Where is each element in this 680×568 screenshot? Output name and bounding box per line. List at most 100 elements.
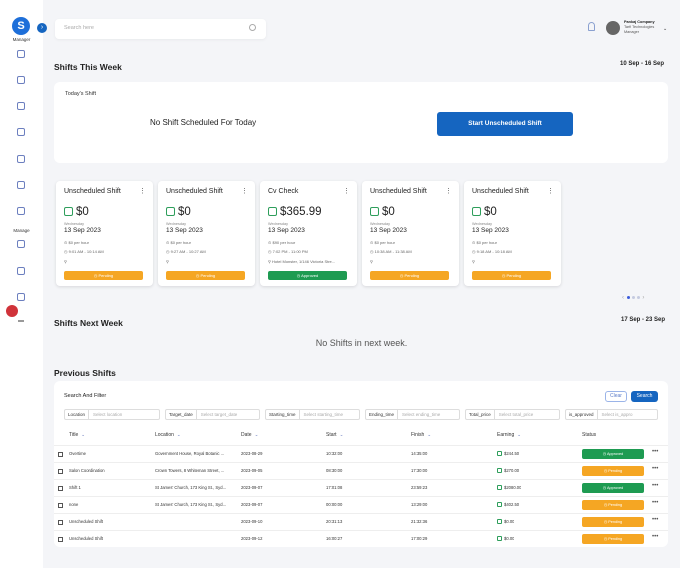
shift-card[interactable]: Unscheduled Shift ⋮ $0 Wednesday 13 Sep 2023… [362, 181, 459, 286]
cell-earning: $2080.00 [497, 485, 521, 491]
team-icon[interactable] [17, 181, 25, 189]
dashboard-icon[interactable] [17, 50, 25, 58]
table-row[interactable]: Unscheduled Shift 2023-09-10 20:31:13 21:32… [54, 513, 668, 530]
search-bar[interactable]: Search here [55, 19, 266, 39]
calendar-icon[interactable] [17, 155, 25, 163]
shift-amount-value: $0 [484, 205, 497, 218]
sidebar-collapse-button[interactable]: › [37, 23, 47, 33]
row-checkbox[interactable] [58, 469, 63, 474]
shield-icon[interactable] [17, 128, 25, 136]
filter-field[interactable]: Starting_time Select starting_time [265, 409, 360, 420]
filter-field[interactable]: Location Select location [64, 409, 160, 420]
filter-field[interactable]: Target_date Select target_date [165, 409, 260, 420]
chevron-down-icon[interactable]: ⌄ [663, 26, 667, 32]
sort-chevron-icon[interactable]: ⌄ [177, 432, 181, 437]
shift-time-value: 10:38 AM - 11:38 AM [374, 249, 412, 254]
column-header[interactable]: Location ⌄ [155, 432, 181, 438]
column-header[interactable]: Status [582, 432, 596, 438]
notification-bell-icon[interactable] [588, 22, 595, 31]
clear-button[interactable]: Clear [605, 391, 627, 402]
row-checkbox[interactable] [58, 537, 63, 542]
sort-chevron-icon[interactable]: ⌄ [81, 432, 85, 437]
more-options-icon[interactable]: ••• [652, 500, 658, 506]
no-shift-message: No Shift Scheduled For Today [150, 118, 257, 127]
more-options-icon[interactable]: ••• [652, 449, 658, 455]
filter-field[interactable]: Total_price Select total_price [465, 409, 560, 420]
search-input[interactable]: Search here [64, 25, 94, 31]
sidebar: S Manager Manage [0, 0, 43, 568]
cell-finish: 17:00:29 [411, 536, 428, 541]
filter-input[interactable]: Select location [89, 410, 126, 419]
shift-location: ⚲ Hotel Monster, 1/146 Victoria Stre... [268, 259, 336, 264]
pager-dot[interactable] [631, 295, 635, 299]
sort-chevron-icon[interactable]: ⌄ [517, 432, 521, 437]
more-options-icon[interactable]: ⋮ [343, 187, 350, 195]
people-icon[interactable] [17, 240, 25, 248]
document-icon[interactable] [17, 102, 25, 110]
start-unscheduled-shift-button[interactable]: Start Unscheduled Shift [437, 112, 573, 136]
shift-time-value: 9:01 AM - 10:14 AM [68, 249, 104, 254]
user-info[interactable]: Pankaj Company Tarfi Technologies Manage… [624, 20, 655, 35]
filter-input[interactable]: Select starting_time [300, 410, 348, 419]
cell-start: 08:30:00 [326, 468, 343, 473]
filter-key: Ending_time [366, 410, 399, 419]
search-button[interactable]: Search [631, 391, 658, 402]
shift-card[interactable]: Unscheduled Shift ⋮ $0 Wednesday 13 Sep 2023… [464, 181, 561, 286]
table-row[interactable]: Unscheduled Shift 2023-09-12 16:00:27 17:00… [54, 530, 668, 547]
search-icon[interactable] [249, 24, 256, 31]
cell-title: none [69, 502, 79, 507]
pager-dot[interactable] [626, 295, 630, 299]
users-icon[interactable] [17, 76, 25, 84]
more-options-icon[interactable]: ⋮ [547, 187, 554, 195]
table-row[interactable]: Salon Coordination Crown Towers, 8 Whitem… [54, 462, 668, 479]
filter-field[interactable]: is_approved Select is_appro [565, 409, 658, 420]
more-options-icon[interactable]: ⋮ [139, 187, 146, 195]
table-row[interactable]: none St James' Church, 173 King St., Syd.… [54, 496, 668, 513]
wallet-icon [268, 207, 277, 217]
status-badge-label: Pending [506, 273, 522, 278]
column-header[interactable]: Title ⌄ [69, 432, 85, 438]
filter-input[interactable]: Select target_date [197, 410, 242, 419]
more-options-icon[interactable]: ⋮ [241, 187, 248, 195]
cell-earning: $402.50 [497, 502, 519, 508]
row-checkbox[interactable] [58, 452, 63, 457]
column-header[interactable]: Earning ⌄ [497, 432, 521, 438]
cell-start: 10:32:00 [326, 451, 343, 456]
table-row[interactable]: Overtime Government House, Royal Botanic … [54, 445, 668, 462]
filter-input[interactable]: Select total_price [495, 410, 538, 419]
status-badge-label: Approved [606, 452, 624, 456]
more-options-icon[interactable]: ••• [652, 517, 658, 523]
status-badge: ◷ Pending [582, 466, 644, 476]
report-icon[interactable] [17, 207, 25, 215]
shift-card[interactable]: Cv Check ⋮ $365.99 Wednesday 13 Sep 2023 ⊙ $9… [260, 181, 357, 286]
sort-chevron-icon[interactable]: ⌄ [427, 432, 431, 437]
shift-card[interactable]: Unscheduled Shift ⋮ $0 Wednesday 13 Sep 2023… [56, 181, 153, 286]
column-header[interactable]: Date ⌄ [241, 432, 258, 438]
filter-input[interactable]: Select ending_time [398, 410, 444, 419]
column-header[interactable]: Start ⌄ [326, 432, 343, 438]
row-checkbox[interactable] [58, 486, 63, 491]
carousel-pager[interactable]: ‹ › [622, 295, 644, 301]
column-header[interactable]: Finish ⌄ [411, 432, 431, 438]
pager-dot[interactable] [636, 295, 640, 299]
settings-icon[interactable] [6, 305, 18, 317]
box-icon[interactable] [17, 267, 25, 275]
sort-chevron-icon[interactable]: ⌄ [340, 432, 344, 437]
status-badge-label: Pending [608, 469, 623, 473]
row-checkbox[interactable] [58, 503, 63, 508]
chevron-left-icon[interactable]: ‹ [622, 295, 624, 301]
cell-earning-value: $244.50 [504, 451, 520, 456]
chart-icon[interactable] [17, 293, 25, 301]
filter-field[interactable]: Ending_time Select ending_time [365, 409, 460, 420]
row-checkbox[interactable] [58, 520, 63, 525]
chevron-right-icon[interactable]: › [642, 295, 644, 301]
sort-chevron-icon[interactable]: ⌄ [255, 432, 259, 437]
filter-input[interactable]: Select is_appro [598, 410, 637, 419]
more-options-icon[interactable]: ••• [652, 466, 658, 472]
more-options-icon[interactable]: ••• [652, 534, 658, 540]
avatar[interactable] [606, 21, 620, 35]
more-options-icon[interactable]: ••• [652, 483, 658, 489]
table-row[interactable]: Shift 1 St James' Church, 173 King St., S… [54, 479, 668, 496]
more-options-icon[interactable]: ⋮ [445, 187, 452, 195]
shift-card[interactable]: Unscheduled Shift ⋮ $0 Wednesday 13 Sep 2023… [158, 181, 255, 286]
